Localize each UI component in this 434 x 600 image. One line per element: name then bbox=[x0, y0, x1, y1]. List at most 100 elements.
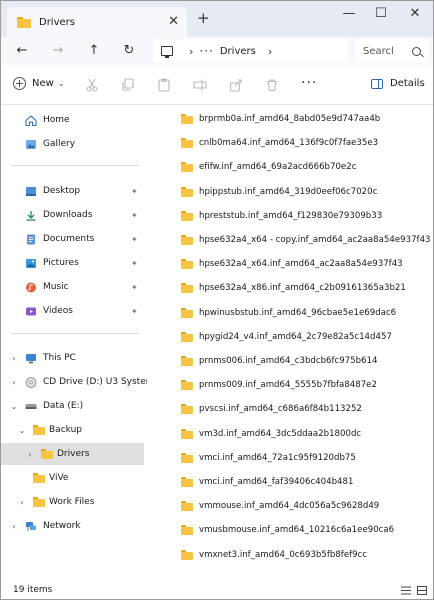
file-row[interactable]: hpse632a4_x64 - copy.inf_amd64_ac2aa8a54… bbox=[181, 231, 431, 249]
pin-icon[interactable]: ✦ bbox=[131, 283, 138, 292]
file-row[interactable]: pvscsi.inf_amd64_c686a6f84b113252 bbox=[181, 400, 362, 418]
chevron-right-icon[interactable]: › bbox=[9, 354, 19, 363]
search-box[interactable]: Searcl bbox=[355, 39, 429, 63]
file-name: prnms006.inf_amd64_c3bdcb6fc975b614 bbox=[199, 356, 378, 366]
chevron-right-icon[interactable]: › bbox=[25, 450, 35, 459]
sidebar-item-data-drive[interactable]: ⌄ Data (E:) bbox=[1, 395, 147, 417]
delete-icon[interactable] bbox=[265, 78, 279, 92]
address-separator-trailing[interactable]: › bbox=[268, 45, 272, 58]
file-name: prnms009.inf_amd64_5555b7fbfa8487e2 bbox=[199, 380, 377, 391]
more-options-button[interactable]: ··· bbox=[301, 75, 317, 91]
file-name: efifw.inf_amd64_69a2acd666b70e2c bbox=[199, 162, 357, 173]
forward-button[interactable]: → bbox=[47, 41, 69, 61]
search-icon bbox=[412, 46, 421, 56]
new-tab-button[interactable]: + bbox=[197, 11, 210, 26]
sidebar-item-home[interactable]: Home bbox=[1, 109, 147, 131]
tab-close-icon[interactable]: ✕ bbox=[168, 15, 179, 28]
sidebar-item-label: Home bbox=[43, 115, 70, 125]
file-row[interactable]: hpse632a4_x86.inf_amd64_c2b09161365a3b21 bbox=[181, 279, 406, 297]
folder-icon bbox=[181, 259, 193, 270]
file-row[interactable]: vmci.inf_amd64_72a1c95f9120db75 bbox=[181, 449, 356, 467]
close-window-button[interactable]: ✕ bbox=[401, 5, 429, 23]
address-overflow-button[interactable]: ··· bbox=[199, 44, 213, 58]
copy-icon[interactable] bbox=[121, 78, 135, 92]
details-pane-icon bbox=[371, 78, 383, 89]
documents-icon bbox=[27, 234, 35, 244]
file-row[interactable]: efifw.inf_amd64_69a2acd666b70e2c bbox=[181, 158, 356, 176]
file-name: vmci.inf_amd64_faf39406c404b481 bbox=[199, 477, 354, 487]
pin-icon[interactable]: ✦ bbox=[131, 187, 138, 196]
sidebar-item-music[interactable]: Music ✦ bbox=[1, 276, 147, 298]
sidebar-item-downloads[interactable]: Downloads ✦ bbox=[1, 204, 147, 226]
pc-icon bbox=[161, 46, 173, 58]
breadcrumb-drivers[interactable]: Drivers bbox=[220, 46, 256, 57]
details-button-label: Details bbox=[390, 78, 425, 89]
sidebar-item-vive[interactable]: ViVe bbox=[1, 467, 147, 489]
folder-icon bbox=[181, 501, 193, 512]
sidebar-item-work-files[interactable]: › Work Files bbox=[1, 491, 147, 513]
sidebar-item-label: Downloads bbox=[43, 210, 93, 220]
file-row[interactable]: vmusbmouse.inf_amd64_10216c6a1ee90ca6 bbox=[181, 521, 394, 539]
tiles-view-icon[interactable] bbox=[417, 586, 427, 595]
folder-icon bbox=[181, 525, 193, 536]
file-row[interactable]: hpreststub.inf_amd64_f129830e79309b33 bbox=[181, 207, 382, 225]
file-explorer-window: Drivers ✕ + — ☐ ✕ ← → ↑ ↻ › ··· Drivers … bbox=[0, 0, 434, 600]
file-row[interactable]: prnms009.inf_amd64_5555b7fbfa8487e2 bbox=[181, 376, 377, 394]
details-button[interactable]: Details bbox=[371, 78, 425, 89]
file-row[interactable]: prnms006.inf_amd64_c3bdcb6fc975b614 bbox=[181, 352, 378, 370]
tab-drivers[interactable]: Drivers ✕ bbox=[7, 7, 187, 37]
chevron-down-icon: ⌄ bbox=[57, 79, 65, 88]
sidebar-item-documents[interactable]: Documents ✦ bbox=[1, 228, 147, 250]
chevron-right-icon[interactable]: › bbox=[17, 498, 27, 507]
minimize-button[interactable]: — bbox=[335, 5, 363, 23]
file-row[interactable]: hpwinusbstub.inf_amd64_96cbae5e1e69dac6 bbox=[181, 304, 396, 322]
sidebar-item-label: Pictures bbox=[43, 258, 79, 268]
chevron-down-icon[interactable]: ⌄ bbox=[9, 402, 19, 411]
folder-icon bbox=[17, 16, 31, 28]
sidebar-item-cd-drive[interactable]: › CD Drive (D:) U3 System bbox=[1, 371, 155, 393]
sidebar-item-videos[interactable]: Videos ✦ bbox=[1, 300, 147, 322]
chevron-right-icon[interactable]: › bbox=[9, 522, 19, 531]
sidebar-item-this-pc[interactable]: › This PC bbox=[1, 347, 147, 369]
sidebar-item-network[interactable]: › Network bbox=[1, 515, 147, 537]
sidebar-item-pictures[interactable]: Pictures ✦ bbox=[1, 252, 147, 274]
back-button[interactable]: ← bbox=[11, 41, 33, 61]
new-button[interactable]: New ⌄ bbox=[13, 77, 65, 90]
search-input[interactable]: Searcl bbox=[363, 46, 412, 57]
file-name: vm3d.inf_amd64_3dc5ddaa2b1800dc bbox=[199, 428, 362, 439]
sidebar-item-gallery[interactable]: Gallery bbox=[1, 133, 147, 155]
file-row[interactable]: vmxnet3.inf_amd64_0c693b5fb8fef9cc bbox=[181, 546, 367, 564]
file-row[interactable]: hpippstub.inf_amd64_319d0eef06c7020c bbox=[181, 183, 377, 201]
address-bar[interactable]: › ··· Drivers › bbox=[153, 39, 348, 63]
paste-icon[interactable] bbox=[157, 78, 171, 92]
pin-icon[interactable]: ✦ bbox=[131, 235, 138, 244]
pin-icon[interactable]: ✦ bbox=[131, 259, 138, 268]
file-row[interactable]: vmmouse.inf_amd64_4dc056a5c9628d49 bbox=[181, 497, 379, 515]
file-row[interactable]: vm3d.inf_amd64_3dc5ddaa2b1800dc bbox=[181, 425, 361, 443]
pin-icon[interactable]: ✦ bbox=[131, 307, 138, 316]
folder-icon bbox=[181, 452, 193, 463]
folder-icon bbox=[181, 549, 193, 560]
maximize-button[interactable]: ☐ bbox=[367, 5, 395, 23]
share-icon[interactable] bbox=[229, 78, 243, 92]
pc-icon bbox=[26, 353, 36, 363]
file-row[interactable]: brprmb0a.inf_amd64_8abd05e9d747aa4b bbox=[181, 110, 380, 128]
sidebar-item-drivers[interactable]: › Drivers bbox=[1, 443, 144, 465]
pin-icon[interactable]: ✦ bbox=[131, 211, 138, 220]
cut-icon[interactable] bbox=[85, 78, 99, 92]
file-row[interactable]: hpygid24_v4.inf_amd64_2c79e82a5c14d457 bbox=[181, 328, 392, 346]
folder-icon bbox=[181, 428, 193, 439]
details-view-icon[interactable] bbox=[401, 586, 411, 595]
file-row[interactable]: hpse632a4_x64.inf_amd64_ac2aa8a54e937f43 bbox=[181, 255, 403, 273]
refresh-button[interactable]: ↻ bbox=[118, 41, 140, 61]
file-row[interactable]: cnlb0ma64.inf_amd64_136f9c0f7fae35e3 bbox=[181, 134, 378, 152]
file-row[interactable]: vmci.inf_amd64_faf39406c404b481 bbox=[181, 473, 353, 491]
chevron-right-icon[interactable]: › bbox=[9, 378, 19, 387]
sidebar-item-desktop[interactable]: Desktop ✦ bbox=[1, 180, 147, 202]
up-button[interactable]: ↑ bbox=[83, 41, 105, 61]
home-icon bbox=[25, 114, 37, 126]
rename-icon[interactable] bbox=[193, 78, 207, 92]
file-name: vmmouse.inf_amd64_4dc056a5c9628d49 bbox=[199, 501, 380, 512]
chevron-down-icon[interactable]: ⌄ bbox=[17, 426, 27, 435]
sidebar-item-backup[interactable]: ⌄ Backup bbox=[1, 419, 147, 441]
